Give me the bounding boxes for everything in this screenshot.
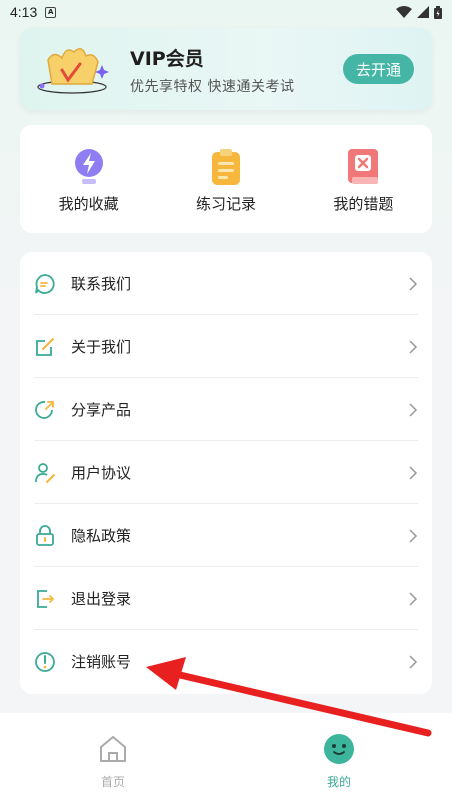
clipboard-icon — [211, 149, 240, 185]
battery-icon — [434, 5, 442, 19]
wifi-icon — [396, 6, 412, 18]
vip-banner[interactable]: VIP会员 优先享特权 快速通关考试 去开通 — [20, 28, 432, 110]
chat-icon — [35, 273, 55, 294]
status-bar: 4:13 A — [0, 0, 452, 24]
chevron-right-icon — [409, 276, 418, 291]
menu-label: 分享产品 — [71, 401, 132, 419]
tab-mine[interactable]: 我的 — [226, 713, 452, 805]
menu-label: 注销账号 — [71, 653, 132, 671]
lightning-bulb-icon — [74, 149, 103, 184]
tab-label-home: 首页 — [100, 775, 125, 789]
menu-label: 联系我们 — [71, 275, 132, 293]
lock-icon — [36, 524, 54, 546]
quick-item-favorites[interactable]: 我的收藏 — [20, 125, 157, 233]
notification-icon: A — [45, 6, 57, 18]
menu-item-user-agreement[interactable]: 用户协议 — [20, 441, 432, 504]
menu-item-share-product[interactable]: 分享产品 — [20, 378, 432, 441]
status-time: 4:13 — [10, 4, 38, 20]
chevron-right-icon — [409, 591, 418, 606]
menu-label: 用户协议 — [71, 464, 132, 482]
quick-item-practice-record[interactable]: 练习记录 — [157, 125, 294, 233]
user-agreement-icon — [35, 462, 55, 483]
menu-label: 隐私政策 — [71, 527, 132, 545]
status-icons — [396, 5, 442, 19]
chevron-right-icon — [409, 465, 418, 480]
vip-subtitle: 优先享特权 快速通关考试 — [130, 79, 295, 95]
quick-label-mistakes: 我的错题 — [333, 195, 394, 213]
vip-title: VIP会员 — [130, 48, 204, 70]
quick-label-favorites: 我的收藏 — [58, 195, 119, 213]
menu-item-about-us[interactable]: 关于我们 — [20, 315, 432, 378]
chevron-right-icon — [409, 528, 418, 543]
tab-label-mine: 我的 — [326, 775, 351, 789]
chevron-right-icon — [409, 339, 418, 354]
menu-label: 关于我们 — [71, 338, 132, 356]
power-icon — [35, 651, 55, 672]
settings-menu: 联系我们 关于我们 分享产品 用户协议 隐私政策 退出登录 注销账号 — [20, 252, 432, 694]
quick-item-mistakes[interactable]: 我的错题 — [295, 125, 432, 233]
menu-item-privacy-policy[interactable]: 隐私政策 — [20, 504, 432, 567]
menu-item-delete-account[interactable]: 注销账号 — [20, 630, 432, 693]
vip-activate-button[interactable]: 去开通 — [343, 54, 414, 84]
menu-item-contact-us[interactable]: 联系我们 — [20, 252, 432, 315]
bottom-tab-bar: 首页 我的 — [0, 713, 452, 805]
signal-icon — [417, 6, 429, 18]
smile-face-icon — [324, 734, 354, 764]
error-book-icon — [348, 149, 379, 184]
edit-note-icon — [36, 337, 54, 356]
vip-crown-icon — [37, 48, 109, 94]
home-icon — [100, 736, 126, 762]
chevron-right-icon — [409, 654, 418, 669]
chevron-right-icon — [409, 402, 418, 417]
quick-label-practice-record: 练习记录 — [195, 195, 256, 213]
quick-actions-card: 我的收藏 练习记录 我的错题 — [20, 125, 432, 233]
logout-icon — [37, 589, 55, 608]
menu-label: 退出登录 — [71, 590, 132, 608]
share-icon — [35, 400, 54, 419]
tab-home[interactable]: 首页 — [0, 713, 226, 805]
menu-item-logout[interactable]: 退出登录 — [20, 567, 432, 630]
